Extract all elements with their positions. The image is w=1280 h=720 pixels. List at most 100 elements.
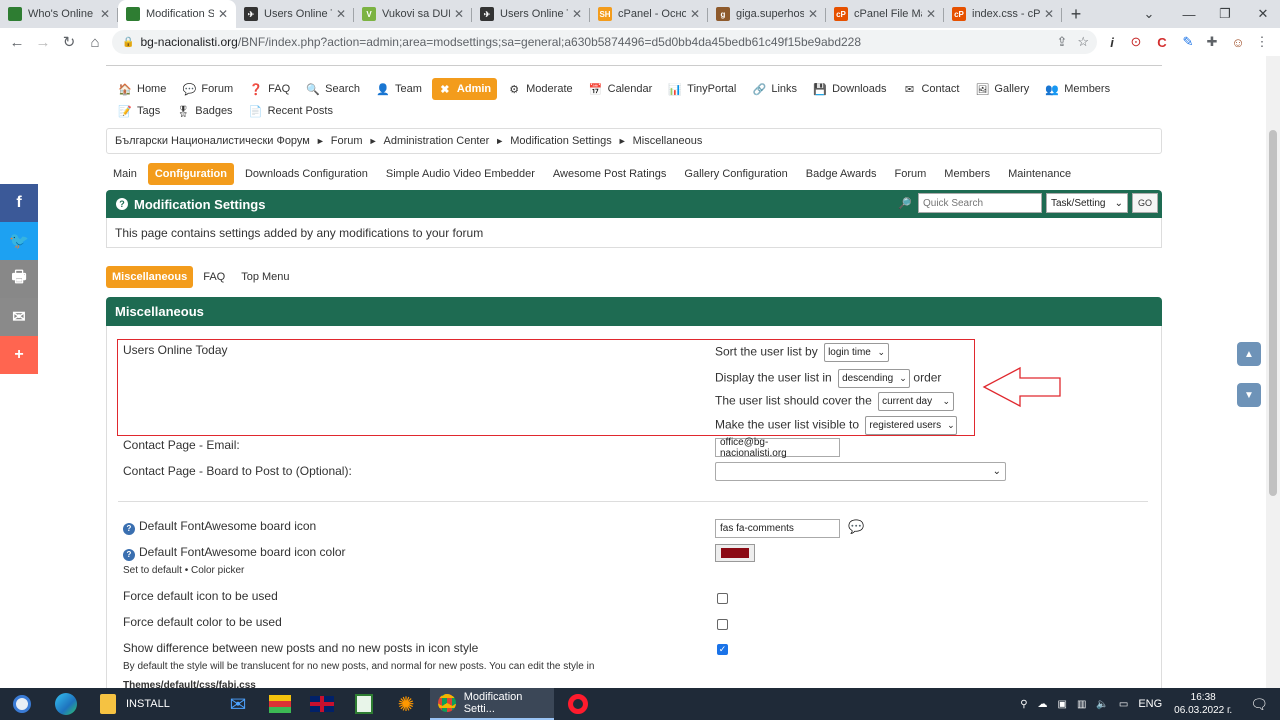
tab-close-icon[interactable]: ✕ [218, 7, 228, 21]
tab-close-icon[interactable]: ✕ [100, 7, 110, 21]
menu-item-forum[interactable]: 💬 Forum [176, 78, 239, 100]
menu-item-links[interactable]: 🔗 Links [746, 78, 803, 100]
tab-close-icon[interactable]: ✕ [1044, 7, 1054, 21]
address-bar[interactable]: 🔒 bg-nacionalisti.org/BNF/index.php?acti… [112, 30, 1097, 54]
settings-tab-top-menu[interactable]: Top Menu [235, 266, 295, 288]
network-icon[interactable]: ▭ [1119, 699, 1128, 710]
tab-close-icon[interactable]: ✕ [808, 7, 818, 21]
display-order-select[interactable]: descending ⌄ [838, 369, 911, 388]
home-icon[interactable]: ⌂ [82, 29, 108, 55]
help-icon[interactable]: ? [123, 548, 135, 561]
browser-tab[interactable]: g giga.superhosti ✕ [708, 0, 826, 28]
tab-close-icon[interactable]: ✕ [926, 7, 936, 21]
share-button-email-icon[interactable]: ✉ [0, 298, 38, 336]
subnav-tab-awesome-post-ratings[interactable]: Awesome Post Ratings [546, 163, 674, 185]
menu-item-team[interactable]: 👤 Team [370, 78, 428, 100]
taskbar-edge-icon[interactable] [46, 688, 86, 720]
taskbar-opera-icon[interactable] [558, 688, 598, 720]
start-button[interactable] [2, 688, 42, 720]
subnav-tab-main[interactable]: Main [106, 163, 144, 185]
taskbar-stack-icon[interactable] [260, 688, 300, 720]
new-tab-icon[interactable]: + [1062, 0, 1090, 28]
share-page-icon[interactable]: ⇪ [1056, 34, 1067, 50]
browser-tab[interactable]: V Vukovi sa DUN ✕ [354, 0, 472, 28]
tray-icon-3[interactable]: ▥ [1077, 699, 1086, 710]
menu-item-faq[interactable]: ❓ FAQ [243, 78, 296, 100]
menu-item-contact[interactable]: ✉ Contact [896, 78, 965, 100]
extensions-puzzle-icon[interactable]: ✚ [1200, 28, 1224, 56]
visible-select[interactable]: registered users ⌄ [865, 416, 958, 435]
show-diff-checkbox[interactable]: ✓ [717, 644, 728, 655]
menu-item-search[interactable]: 🔍 Search [300, 78, 366, 100]
extension-i-icon[interactable]: i [1100, 28, 1124, 56]
fa-icon-input[interactable]: fas fa-comments [715, 519, 840, 538]
cloud-icon[interactable]: ☁ [1038, 699, 1048, 710]
menu-item-tinyportal[interactable]: 📊 TinyPortal [662, 78, 742, 100]
quick-search-go-button[interactable]: GO [1131, 193, 1158, 213]
settings-tab-miscellaneous[interactable]: Miscellaneous [106, 266, 194, 288]
reload-icon[interactable]: ↻ [56, 29, 82, 55]
subnav-tab-maintenance[interactable]: Maintenance [1001, 163, 1078, 185]
extension-record-icon[interactable]: ⊙ [1124, 28, 1148, 56]
help-icon[interactable]: ? [116, 198, 128, 210]
subnav-tab-simple-audio-video-embedder[interactable]: Simple Audio Video Embedder [379, 163, 542, 185]
browser-menu-icon[interactable]: ⋮ [1250, 28, 1274, 56]
share-button-twitter-icon[interactable]: 🐦 [0, 222, 38, 260]
share-button-print-icon[interactable]: 🖶 [0, 260, 38, 298]
page-scrollbar[interactable] [1266, 56, 1280, 688]
browser-tab[interactable]: SH cPanel - Основ ✕ [590, 0, 708, 28]
breadcrumb-link[interactable]: Modification Settings [510, 135, 612, 147]
browser-tab[interactable]: ✈ Users Online To ✕ [236, 0, 354, 28]
menu-item-downloads[interactable]: 💾 Downloads [807, 78, 892, 100]
taskbar-chrome-window[interactable]: Modification Setti... [430, 688, 554, 720]
forward-icon[interactable]: → [30, 29, 56, 55]
browser-tab[interactable]: ✈ Users Online To ✕ [472, 0, 590, 28]
scroll-up-button[interactable]: ▲ [1237, 342, 1261, 366]
extension-pen-icon[interactable]: ✎ [1176, 28, 1200, 56]
breadcrumb-link[interactable]: Български Националистически Форум [115, 135, 310, 147]
sort-select[interactable]: login time ⌄ [824, 343, 890, 362]
notifications-icon[interactable]: 🗨 [1250, 696, 1268, 713]
quick-search-input[interactable] [917, 193, 1042, 213]
contact-email-input[interactable]: office@bg-nacionalisti.org [715, 437, 840, 459]
quick-search-scope-select[interactable]: Task/Setting ⌄ [1045, 193, 1128, 213]
volume-icon[interactable]: 🔈 [1096, 699, 1108, 710]
subnav-tab-forum[interactable]: Forum [888, 163, 934, 185]
menu-item-recent-posts[interactable]: 📄 Recent Posts [243, 100, 339, 122]
extension-c-icon[interactable]: C [1150, 28, 1174, 56]
menu-item-members[interactable]: 👥 Members [1039, 78, 1116, 100]
subnav-tab-configuration[interactable]: Configuration [147, 163, 234, 185]
menu-item-gallery[interactable]: 🖼 Gallery [969, 78, 1035, 100]
subnav-tab-downloads-configuration[interactable]: Downloads Configuration [238, 163, 375, 185]
cover-select[interactable]: current day ⌄ [878, 392, 955, 411]
tab-close-icon[interactable]: ✕ [336, 7, 346, 21]
taskbar-gear-app-icon[interactable]: ✺ [386, 688, 426, 720]
menu-item-moderate[interactable]: ⚙ Moderate [501, 78, 578, 100]
subnav-tab-badge-awards[interactable]: Badge Awards [799, 163, 884, 185]
settings-tab-faq[interactable]: FAQ [197, 266, 231, 288]
fa-color-swatch[interactable] [715, 544, 755, 562]
clock[interactable]: 16:38 06.03.2022 г. [1174, 691, 1232, 717]
tray-icon-1[interactable]: ⚲ [1020, 699, 1027, 710]
help-icon[interactable]: ? [123, 522, 135, 535]
scrollbar-thumb[interactable] [1269, 130, 1277, 496]
scroll-down-button[interactable]: ▼ [1237, 383, 1261, 407]
browser-tab[interactable]: cP cPanel File Man ✕ [826, 0, 944, 28]
subnav-tab-members[interactable]: Members [937, 163, 997, 185]
tray-icon-2[interactable]: ▣ [1058, 699, 1067, 710]
contact-board-select[interactable]: ⌄ [715, 462, 1006, 481]
menu-item-admin[interactable]: ✖ Admin [431, 78, 498, 100]
menu-item-badges[interactable]: 🎖 Badges [170, 100, 238, 122]
share-button-more-share-icon[interactable]: + [0, 336, 38, 374]
back-icon[interactable]: ← [4, 29, 30, 55]
tab-close-icon[interactable]: ✕ [454, 7, 464, 21]
close-window-icon[interactable]: ✕ [1240, 0, 1280, 28]
subnav-tab-gallery-configuration[interactable]: Gallery Configuration [677, 163, 794, 185]
tab-close-icon[interactable]: ✕ [572, 7, 582, 21]
breadcrumb-link[interactable]: Miscellaneous [633, 135, 703, 147]
force-icon-checkbox[interactable] [717, 593, 728, 604]
taskbar-chart-app-icon[interactable] [344, 688, 384, 720]
browser-tab[interactable]: Modification Se ✕ [118, 0, 236, 28]
taskbar-mail-icon[interactable]: ✉ [218, 688, 258, 720]
force-color-checkbox[interactable] [717, 619, 728, 630]
